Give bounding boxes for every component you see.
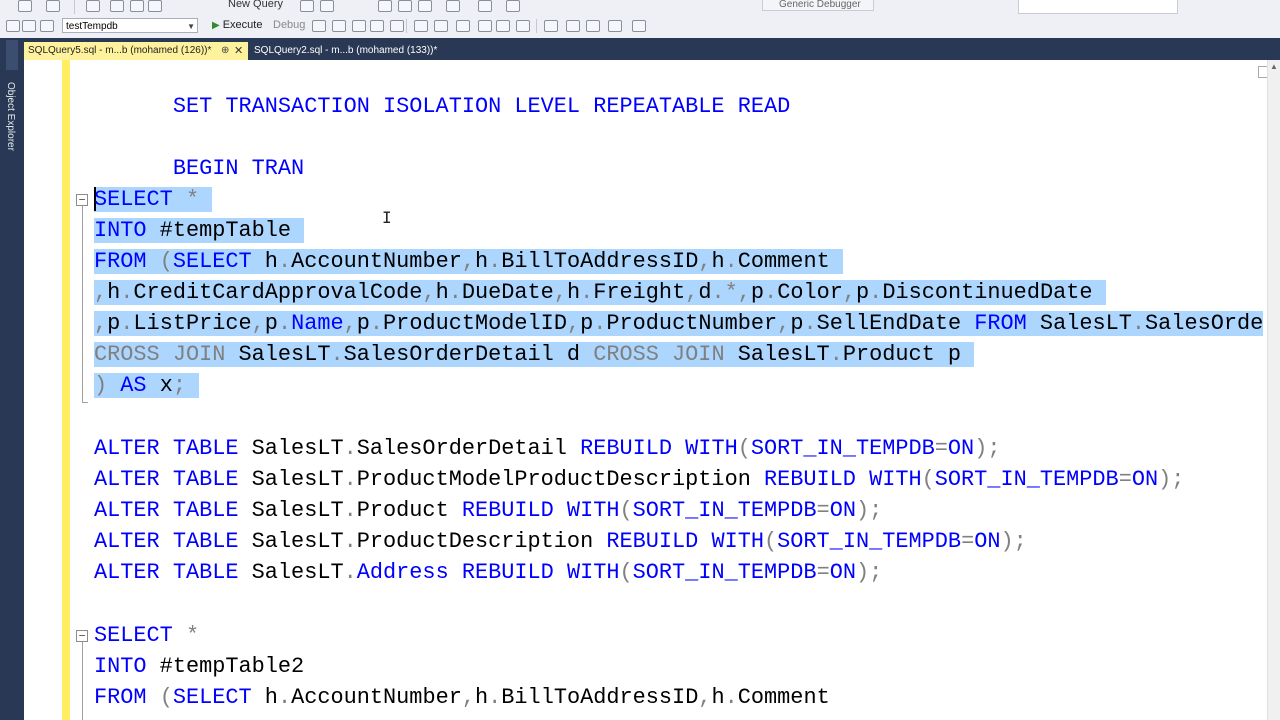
forward-icon[interactable] [46,0,60,12]
redo-icon[interactable] [478,0,492,12]
include-actual-plan-icon[interactable] [390,20,404,32]
save-all-icon[interactable] [148,0,162,12]
code-line: ALTER TABLE SalesLT.ProductModelProductD… [94,467,1185,492]
code-line-selected: CROSS JOIN SalesLT.SalesOrderDetail d CR… [94,339,975,370]
object-explorer-label[interactable]: Object Explorer [5,82,16,151]
database-value: testTempdb [66,21,118,32]
connect-icon[interactable] [6,20,20,32]
tab-sqlquery5[interactable]: SQLQuery5.sql - m...b (mohamed (126))* ⊕… [24,42,248,60]
cancel-query-icon[interactable] [312,20,326,32]
change-tracking-margin [62,60,70,720]
copy-icon[interactable] [398,0,412,12]
paste-icon[interactable] [418,0,432,12]
outline-guide-end [82,402,88,403]
code-line: FROM (SELECT h.AccountNumber,h.BillToAdd… [94,685,830,710]
collapse-icon[interactable]: − [76,630,88,642]
code-line: INTO #tempTable2 [94,654,305,679]
query-designer-icon[interactable] [370,20,384,32]
new-project-icon[interactable] [86,0,100,12]
change-connection-icon[interactable] [40,20,54,32]
open-file-icon[interactable] [110,0,124,12]
code-line: SELECT * [94,623,200,648]
outline-guide [82,642,83,720]
object-explorer-strip[interactable]: Object Explorer [0,38,24,720]
parse-icon[interactable] [332,20,346,32]
object-explorer-pin-icon [6,40,18,70]
toolbar-options-icon[interactable] [632,20,646,32]
code-line: ALTER TABLE SalesLT.ProductDescription R… [94,529,1027,554]
code-line-selected: INTO #tempTable [94,215,305,246]
document-tab-strip: SQLQuery5.sql - m...b (mohamed (126))* ⊕… [24,38,1280,60]
client-statistics-icon[interactable] [434,20,448,32]
save-icon[interactable] [130,0,144,12]
back-icon[interactable] [18,0,32,12]
sql-editor-toolbar: testTempdb ▼ ▶ Execute Debug [0,14,1280,39]
disconnect-icon[interactable] [22,20,36,32]
live-query-stats-icon[interactable] [414,20,428,32]
code-line-selected: ) AS x; [94,370,200,401]
query-editor[interactable]: − − SET TRANSACTION ISOLATION LEVEL REPE… [24,60,1280,720]
analysis-query-icon[interactable] [320,0,334,12]
code-line: ALTER TABLE SalesLT.SalesOrderDetail REB… [94,436,1001,461]
specify-values-icon[interactable] [608,20,622,32]
results-to-file-icon[interactable] [496,20,510,32]
tab-label: SQLQuery2.sql - m...b (mohamed (133))* [254,45,438,56]
code-line-selected: FROM (SELECT h.AccountNumber,h.BillToAdd… [94,246,843,277]
code-line: ALTER TABLE SalesLT.Address REBUILD WITH… [94,560,883,585]
search-icon[interactable] [506,0,520,12]
collapse-icon[interactable]: − [76,194,88,206]
decrease-indent-icon[interactable] [566,20,580,32]
undo-icon[interactable] [446,0,460,12]
available-databases-select[interactable]: testTempdb ▼ [62,18,198,33]
standard-toolbar: New Query Generic Debugger [0,0,1280,15]
results-to-grid-icon[interactable] [478,20,492,32]
tab-sqlquery2[interactable]: SQLQuery2.sql - m...b (mohamed (133))* [250,42,470,60]
execute-label: Execute [222,19,263,31]
results-to-text-icon[interactable] [456,20,470,32]
increase-indent-icon[interactable] [586,20,600,32]
uncomment-icon[interactable] [544,20,558,32]
database-engine-query-icon[interactable] [300,0,314,12]
code-line: BEGIN TRAN [172,156,305,181]
i-beam-cursor-icon: I [382,208,392,227]
debug-button[interactable]: Debug [273,18,305,33]
pin-icon[interactable]: ⊕ [221,42,229,60]
vertical-scrollbar[interactable]: ▲ [1267,60,1280,720]
code-area[interactable]: SET TRANSACTION ISOLATION LEVEL REPEATAB… [94,60,1270,720]
chevron-down-icon: ▼ [187,22,195,31]
execute-button[interactable]: ▶ Execute [212,18,262,33]
comment-icon[interactable] [516,20,530,32]
code-line-selected: SELECT * [94,184,213,215]
code-line-selected: ,p.ListPrice,p.Name,p.ProductModelID,p.P… [94,311,1264,336]
cut-icon[interactable] [378,0,392,12]
code-line-selected: ,h.CreditCardApprovalCode,h.DueDate,h.Fr… [94,277,1106,308]
play-icon: ▶ [212,20,220,31]
outline-guide [82,206,83,402]
estimated-plan-icon[interactable] [352,20,366,32]
scroll-up-icon[interactable]: ▲ [1270,62,1278,71]
tab-label: SQLQuery5.sql - m...b (mohamed (126))* [28,45,212,56]
new-query-button[interactable]: New Query [228,0,283,10]
quick-launch-input[interactable] [1018,0,1178,14]
code-line: ALTER TABLE SalesLT.Product REBUILD WITH… [94,498,883,523]
close-icon[interactable]: ✕ [234,42,243,60]
debugger-select[interactable]: Generic Debugger [762,0,874,11]
code-line: SET TRANSACTION ISOLATION LEVEL REPEATAB… [172,94,791,119]
